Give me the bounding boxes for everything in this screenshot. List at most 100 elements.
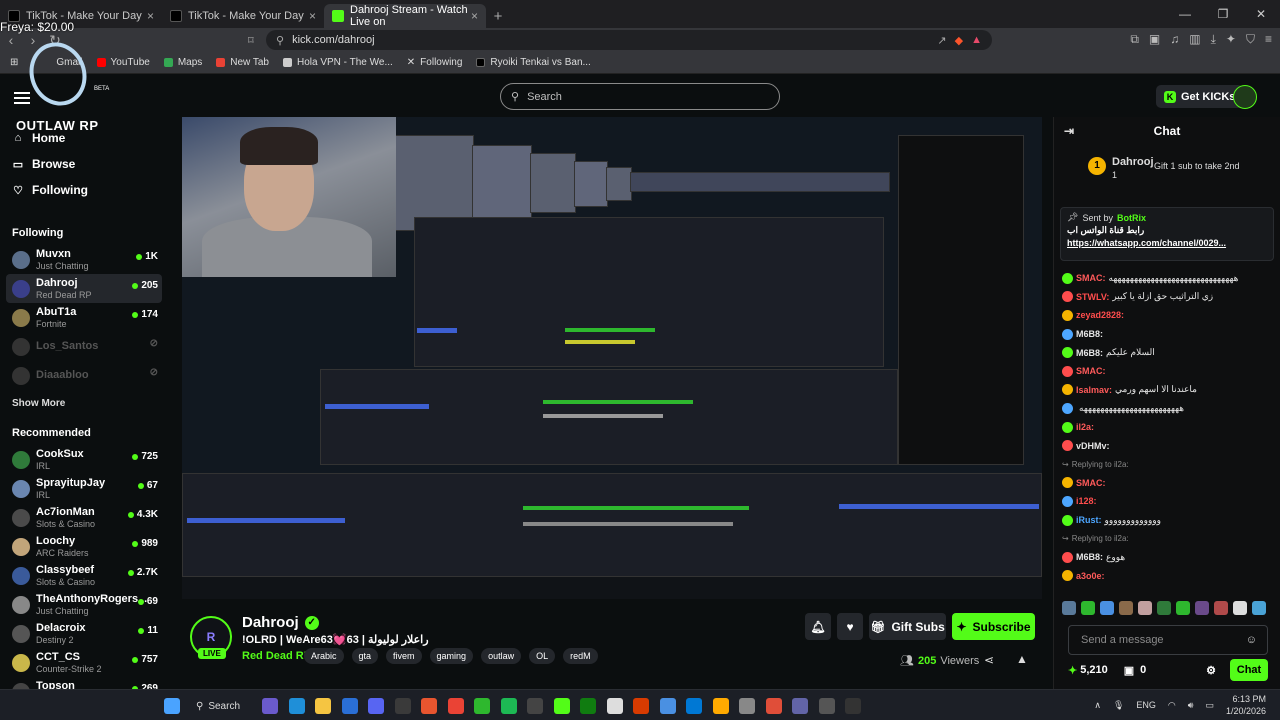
taskbar-app-icon[interactable]: [447, 698, 464, 714]
media-icon[interactable]: ♫: [1170, 32, 1179, 47]
taskbar-app-icon[interactable]: [818, 698, 835, 714]
maximize-icon[interactable]: ❐: [1204, 0, 1242, 28]
chat-message[interactable]: zeyad2828:: [1062, 306, 1274, 325]
emote-icon[interactable]: [1195, 601, 1209, 615]
nav-following[interactable]: ♡ Following: [0, 177, 168, 203]
extensions-icon[interactable]: ⧉: [1130, 32, 1139, 47]
emote-icon[interactable]: [1233, 601, 1247, 615]
emote-icon[interactable]: [1100, 601, 1114, 615]
chat-username[interactable]: SMAC:: [1076, 366, 1106, 376]
stream-tag[interactable]: gta: [351, 648, 379, 664]
taskbar-app-icon[interactable]: [580, 698, 596, 714]
close-icon[interactable]: ×: [309, 9, 316, 23]
stream-tag[interactable]: gaming: [429, 648, 474, 664]
sidebar-channel[interactable]: TheAnthonyRogers... Just Chatting 69: [6, 590, 162, 619]
bookmark-ryoiki[interactable]: Ryoiki Tenkai vs Ban...: [476, 57, 591, 68]
chat-username[interactable]: Isalmav:: [1076, 385, 1112, 395]
pinned-message[interactable]: 📌︎ Sent by BotRix رابط قناة الواتس اب http…: [1060, 207, 1274, 261]
wifi-icon[interactable]: ◠: [1168, 700, 1176, 711]
site-info-icon[interactable]: ⚲: [276, 34, 284, 47]
subscribe-button[interactable]: ✦ Subscribe: [952, 613, 1035, 640]
chat-username[interactable]: il2a:: [1076, 422, 1094, 432]
taskbar-app-icon[interactable]: [421, 698, 437, 714]
sidebar-channel[interactable]: Topson 269: [6, 677, 162, 689]
stream-tag[interactable]: OL: [529, 648, 556, 664]
chat-message[interactable]: M6B8:: [1062, 325, 1274, 344]
new-tab-button[interactable]: +: [486, 4, 510, 28]
rewards-icon[interactable]: ▲: [971, 34, 982, 46]
volume-icon[interactable]: 🔊︎: [1188, 700, 1194, 711]
bookmark-hola[interactable]: Hola VPN - The We...: [283, 57, 393, 68]
minimize-icon[interactable]: —: [1166, 0, 1204, 28]
taskbar-app-icon[interactable]: [474, 698, 490, 714]
mic-icon[interactable]: 🎙︎: [1113, 700, 1124, 711]
emote-icon[interactable]: [1119, 601, 1133, 615]
nav-browse[interactable]: ▭ Browse: [0, 151, 168, 177]
chat-username[interactable]: vDHMv:: [1076, 441, 1110, 451]
taskbar-app-icon[interactable]: [368, 698, 384, 714]
emoji-icon[interactable]: ☺: [1246, 634, 1257, 646]
taskbar-app-icon[interactable]: [262, 698, 278, 714]
hamburger-menu-icon[interactable]: [14, 92, 30, 104]
brave-shield-icon[interactable]: ◆: [955, 34, 963, 47]
emote-icon[interactable]: [1214, 601, 1228, 615]
send-chat-button[interactable]: Chat: [1230, 659, 1268, 681]
emote-icon[interactable]: [1081, 601, 1095, 615]
chat-username[interactable]: a3o0e:: [1076, 571, 1105, 581]
language-indicator[interactable]: ENG: [1136, 700, 1156, 710]
taskbar-app-icon[interactable]: [739, 698, 755, 714]
stream-tag[interactable]: outlaw: [481, 648, 522, 664]
close-icon[interactable]: ×: [471, 9, 478, 23]
taskbar-app-icon[interactable]: [792, 698, 808, 714]
taskbar-app-icon[interactable]: [659, 698, 676, 714]
chat-message[interactable]: il2a:: [1062, 418, 1274, 437]
chat-username[interactable]: M6B8:: [1076, 348, 1103, 358]
show-more-button[interactable]: Show More: [0, 390, 168, 417]
chat-username[interactable]: SMAC:: [1076, 478, 1106, 488]
stream-tag[interactable]: redM: [563, 648, 598, 664]
chat-message[interactable]: vDHMv:: [1062, 436, 1274, 455]
browser-tab-3[interactable]: Dahrooj Stream - Watch Live on ×: [324, 4, 486, 28]
clock[interactable]: 6:13 PM 1/20/2026: [1226, 693, 1266, 717]
streamer-name[interactable]: Dahrooj: [242, 614, 299, 631]
stream-category[interactable]: Red Dead RP: [242, 650, 311, 662]
sidebar-channel[interactable]: Dahrooj Red Dead RP 205: [6, 274, 162, 303]
sidebar-channel[interactable]: CCT_CS Counter-Strike 2 757: [6, 648, 162, 677]
emote-icon[interactable]: [1138, 601, 1152, 615]
browser-tab-2[interactable]: TikTok - Make Your Day ×: [162, 4, 324, 28]
chat-message[interactable]: Isalmav: ماعندنا الا اسهم ورمي: [1062, 381, 1274, 400]
stream-tag[interactable]: Arabic: [304, 648, 344, 664]
taskbar-app-icon[interactable]: [527, 698, 543, 714]
pinned-link[interactable]: https://whatsapp.com/channel/0029...: [1067, 238, 1267, 248]
url-field[interactable]: ⌑ ⚲ kick.com/dahrooj ↗ ◆ ▲: [248, 30, 992, 50]
report-icon[interactable]: ▲: [1016, 652, 1028, 666]
bookmark-following[interactable]: ✕ Following: [407, 57, 463, 68]
sidebar-channel[interactable]: Loochy ARC Raiders 989: [6, 532, 162, 561]
sidebar-channel[interactable]: CookSux IRL 725: [6, 445, 162, 474]
taskbar-app-icon[interactable]: [394, 698, 411, 714]
battery-icon[interactable]: ▭: [1205, 700, 1214, 711]
gift-sub-prompt[interactable]: Gift 1 sub to take 2nd: [1154, 161, 1240, 171]
chat-message[interactable]: M6B8: السلام عليكم: [1062, 343, 1274, 362]
taskbar-app-icon[interactable]: [553, 698, 570, 714]
notification-bell-button[interactable]: 🔔︎: [805, 613, 831, 640]
sidebar-channel[interactable]: AbuT1a Fortnite 174: [6, 303, 162, 332]
taskbar-app-icon[interactable]: [633, 698, 649, 714]
taskbar-search[interactable]: ⚲ Search: [196, 697, 240, 715]
taskbar-app-icon[interactable]: [845, 698, 861, 714]
chat-input[interactable]: Send a message ☺: [1068, 625, 1268, 655]
chat-message[interactable]: a3o0e:: [1062, 567, 1274, 586]
stream-tag[interactable]: fivem: [386, 648, 422, 664]
bookmark-maps[interactable]: Maps: [163, 57, 202, 68]
leo-icon[interactable]: ✦: [1226, 32, 1236, 47]
chat-username[interactable]: M6B8:: [1076, 552, 1103, 562]
sidebar-channel[interactable]: Muvxn Just Chatting 1K: [6, 245, 162, 274]
chat-message[interactable]: M6B8: هووع: [1062, 548, 1274, 567]
chat-settings-icon[interactable]: ⚙: [1206, 664, 1216, 677]
chat-username[interactable]: M6B8:: [1076, 329, 1103, 339]
share-icon[interactable]: ↗: [937, 34, 946, 47]
user-avatar[interactable]: [1233, 85, 1257, 109]
emote-icon[interactable]: [1062, 601, 1076, 615]
chat-message[interactable]: ههههههههههههههههههههههههه: [1062, 399, 1274, 418]
emote-icon[interactable]: [1176, 601, 1190, 615]
